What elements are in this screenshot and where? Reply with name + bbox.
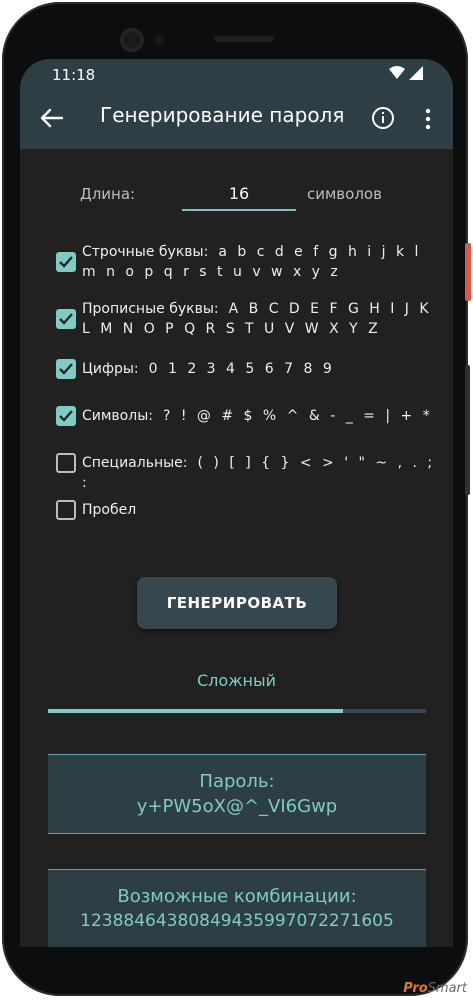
status-icons xyxy=(389,66,423,80)
length-label: Длина: xyxy=(80,185,136,203)
combinations-value: 12388464380849435997072271605 xyxy=(80,911,394,931)
option-label: Цифры: xyxy=(82,361,139,377)
option-label: Строчные буквы: xyxy=(82,244,209,260)
option-text: Цифры: 0 1 2 3 4 5 6 7 8 9 xyxy=(82,359,442,379)
option-text: Символы: ? ! @ # $ % ^ & - _ = | + * xyxy=(82,406,442,426)
password-label: Пароль: xyxy=(199,771,275,792)
option-label: Специальные: xyxy=(82,455,188,471)
wifi-icon xyxy=(389,66,405,79)
length-suffix: символов xyxy=(307,185,382,203)
more-vert-icon[interactable] xyxy=(420,107,436,131)
front-camera xyxy=(120,28,144,52)
app-screen: 11:18 Генерирование пароля Длина: символ… xyxy=(20,59,453,947)
password-panel: Пароль: y+PW5oX@^_VI6Gwp xyxy=(48,754,426,834)
volume-button xyxy=(465,365,470,495)
generate-button[interactable]: ГЕНЕРИРОВАТЬ xyxy=(137,577,337,629)
check-icon xyxy=(59,410,73,422)
option-label: Пробел xyxy=(82,502,137,518)
length-input[interactable] xyxy=(182,177,296,211)
phone-frame: 11:18 Генерирование пароля Длина: символ… xyxy=(2,2,468,996)
option-checkbox[interactable] xyxy=(56,406,76,426)
option-chars: 0 1 2 3 4 5 6 7 8 9 xyxy=(148,361,335,377)
option-checkbox[interactable] xyxy=(56,500,76,520)
option-text: Специальные:( ) [ ] { } < > ' " ~ , . ; … xyxy=(82,453,442,493)
proximity-sensor xyxy=(154,35,164,45)
option-text: Прописные буквы: A B C D E F G H I J K L … xyxy=(82,299,442,339)
option-checkbox[interactable] xyxy=(56,252,76,272)
option-text: Пробел xyxy=(82,500,442,520)
option-text: Строчные буквы: a b c d e f g h i j k l m… xyxy=(82,242,442,282)
check-icon xyxy=(59,313,73,325)
top-app-bar: 11:18 Генерирование пароля xyxy=(20,59,453,149)
back-arrow-icon[interactable] xyxy=(40,108,64,128)
check-icon xyxy=(59,363,73,375)
check-icon xyxy=(59,256,73,268)
page-title: Генерирование пароля xyxy=(100,103,345,127)
option-checkbox[interactable] xyxy=(56,453,76,473)
combinations-label: Возможные комбинации: xyxy=(117,886,357,907)
earpiece-speaker xyxy=(214,36,274,42)
option-label: Символы: xyxy=(82,408,153,424)
option-chars: ? ! @ # $ % ^ & - _ = | + * xyxy=(162,408,433,424)
strength-bar-fill xyxy=(48,709,343,713)
signal-icon xyxy=(409,66,423,80)
power-button xyxy=(465,243,471,301)
watermark-logo: ProSmart xyxy=(403,981,467,996)
option-checkbox[interactable] xyxy=(56,359,76,379)
strength-bar xyxy=(48,709,426,713)
combinations-panel: Возможные комбинации: 123884643808494359… xyxy=(48,869,426,947)
option-label: Прописные буквы: xyxy=(82,301,219,317)
password-value[interactable]: y+PW5oX@^_VI6Gwp xyxy=(48,796,426,817)
status-time: 11:18 xyxy=(52,66,96,84)
strength-label: Сложный xyxy=(196,671,277,690)
option-checkbox[interactable] xyxy=(56,309,76,329)
info-icon[interactable] xyxy=(371,106,395,130)
